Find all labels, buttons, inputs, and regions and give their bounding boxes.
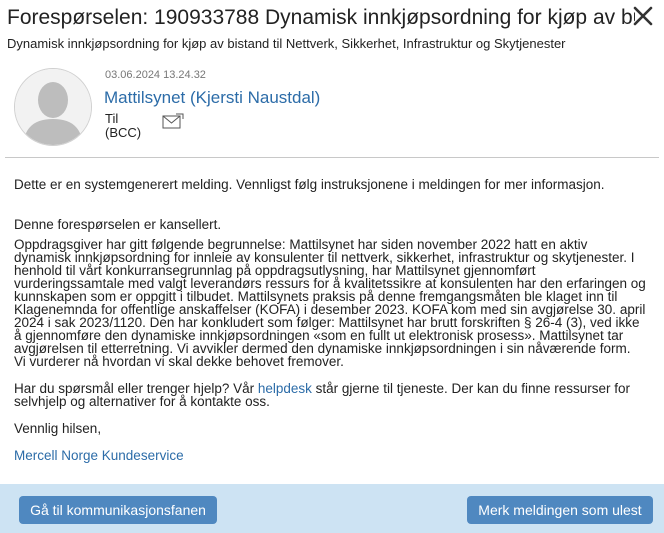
- reason-text: Oppdragsgiver har gitt følgende begrunne…: [14, 237, 646, 369]
- message-header: Forespørselen: 190933788 Dynamisk innkjø…: [0, 0, 664, 60]
- signature: Mercell Norge Kundeservice: [14, 448, 184, 463]
- person-silhouette-icon: [15, 69, 91, 145]
- recipient-label: Til: [105, 111, 119, 126]
- page-subtitle: Dynamisk innkjøpsordning for kjøp av bis…: [7, 36, 566, 51]
- go-to-communication-tab-button[interactable]: Gå til kommunikasjonsfanen: [19, 496, 217, 524]
- mark-as-unread-button[interactable]: Merk meldingen som ulest: [467, 496, 653, 524]
- help-text: Har du spørsmål eller trenger hjelp? Vår…: [14, 382, 646, 409]
- avatar: [14, 68, 92, 146]
- sender-card: 03.06.2024 13.24.32 Mattilsynet (Kjersti…: [0, 62, 664, 152]
- page-title: Forespørselen: 190933788 Dynamisk innkjø…: [7, 6, 635, 29]
- envelope-icon: [162, 113, 184, 129]
- intro-text: Dette er en systemgenerert melding. Venn…: [14, 177, 605, 192]
- cancelled-text: Denne forespørselen er kansellert.: [14, 217, 222, 232]
- message-date: 03.06.2024 13.24.32: [105, 69, 206, 81]
- footer-bar: Gå til kommunikasjonsfanen Merk meldinge…: [0, 484, 664, 533]
- message-body: Dette er en systemgenerert melding. Venn…: [14, 177, 646, 463]
- close-icon: [632, 5, 654, 27]
- recipient-value: (BCC): [105, 125, 142, 140]
- recipient-info: Til (BCC): [105, 112, 165, 140]
- regards-text: Vennlig hilsen,: [14, 421, 102, 436]
- close-button[interactable]: [632, 5, 654, 27]
- divider: [5, 157, 659, 158]
- sender-name[interactable]: Mattilsynet (Kjersti Naustdal): [104, 88, 320, 108]
